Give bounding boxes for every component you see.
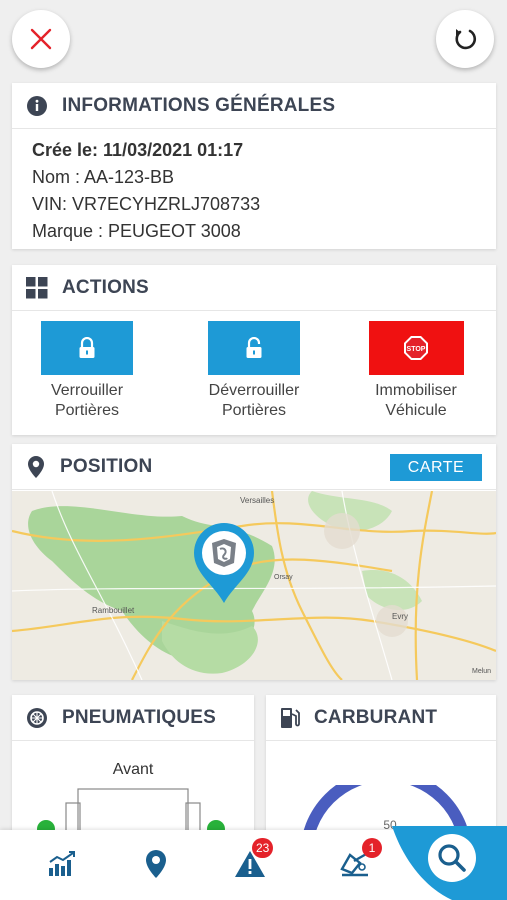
front-label: Avant	[112, 761, 154, 778]
unlock-icon	[246, 337, 262, 358]
actions-card: ACTIONS Verrouiller Portières Déverrouil…	[12, 265, 496, 435]
immobilize-button[interactable]: STOP	[368, 321, 464, 375]
tire-icon	[27, 707, 47, 728]
vehicle-name: Nom : AA-123-BB	[32, 167, 175, 187]
actions-title: ACTIONS	[62, 276, 149, 298]
notifications-badge: 1	[362, 838, 382, 858]
immobilize-label-line1: Immobiliser	[375, 382, 457, 399]
actions-row: Verrouiller Portières Déverrouiller Port…	[12, 321, 496, 421]
close-icon	[30, 28, 52, 50]
unlock-label-line1: Déverrouiller	[208, 382, 300, 399]
unlock-doors-action[interactable]: Déverrouiller Portières	[184, 321, 324, 421]
location-pin-icon	[28, 455, 44, 478]
tires-header: PNEUMATIQUES	[12, 695, 254, 741]
search-fab[interactable]	[392, 826, 507, 900]
unlock-label-line2: Portières	[221, 402, 287, 419]
vehicle-marker-icon[interactable]	[190, 521, 258, 605]
map-label-rambouillet: Rambouillet	[92, 606, 135, 615]
unlock-doors-label: Déverrouiller Portières	[184, 381, 324, 421]
refresh-icon	[455, 29, 477, 50]
map-label-evry: Evry	[392, 612, 408, 621]
unlock-doors-button[interactable]	[208, 321, 300, 375]
actions-header: ACTIONS	[12, 265, 496, 311]
map-view[interactable]: Versailles Orsay Rambouillet Evry Melun	[12, 491, 496, 680]
stop-text: STOP	[407, 346, 426, 353]
close-button[interactable]	[12, 10, 70, 68]
bottom-nav: 23 1	[0, 826, 507, 900]
position-title: POSITION	[60, 455, 153, 477]
tires-title: PNEUMATIQUES	[62, 706, 217, 728]
top-bar	[0, 0, 507, 78]
info-icon	[27, 95, 47, 116]
vehicle-vin: VIN: VR7ECYHZRLJ708733	[32, 194, 261, 214]
nav-location[interactable]	[136, 844, 176, 884]
position-card: POSITION CARTE Versailles Orsay Rambouil…	[12, 444, 496, 680]
map-label-versailles: Versailles	[240, 496, 274, 505]
stop-sign-icon: STOP	[404, 336, 428, 360]
nav-alerts[interactable]: 23	[230, 838, 274, 884]
lock-icon	[79, 337, 95, 358]
map-label-orsay: Orsay	[274, 574, 293, 581]
map-label-melun: Melun	[472, 668, 491, 675]
lock-label-line2: Portières	[54, 402, 120, 419]
created-date: Crée le: 11/03/2021 01:17	[32, 140, 244, 160]
fuel-header: CARBURANT	[266, 695, 496, 741]
lock-doors-label: Verrouiller Portières	[17, 381, 157, 421]
nav-driving[interactable]: 1	[336, 838, 382, 884]
immobilize-label: Immobiliser Véhicule	[346, 381, 486, 421]
general-info-title: INFORMATIONS GÉNÉRALES	[62, 94, 336, 116]
refresh-button[interactable]	[436, 10, 494, 68]
general-info-body: Crée le: 11/03/2021 01:17 Nom : AA-123-B…	[12, 129, 496, 253]
grid-icon	[26, 276, 48, 298]
fuel-pump-icon	[281, 707, 300, 728]
nav-statistics[interactable]	[42, 844, 82, 884]
chart-icon	[49, 851, 75, 876]
fuel-title: CARBURANT	[314, 706, 438, 728]
general-info-card: INFORMATIONS GÉNÉRALES Crée le: 11/03/20…	[12, 83, 496, 249]
lock-doors-button[interactable]	[41, 321, 133, 375]
location-pin-nav-icon	[146, 850, 166, 878]
immobilize-action[interactable]: STOP Immobiliser Véhicule	[346, 321, 486, 421]
immobilize-label-line2: Véhicule	[385, 402, 447, 419]
lock-doors-action[interactable]: Verrouiller Portières	[17, 321, 157, 421]
lock-label-line1: Verrouiller	[50, 382, 124, 399]
general-info-header: INFORMATIONS GÉNÉRALES	[12, 83, 496, 129]
map-button[interactable]: CARTE	[390, 454, 482, 481]
alerts-badge: 23	[252, 838, 274, 858]
vehicle-brand: Marque : PEUGEOT 3008	[32, 221, 241, 241]
